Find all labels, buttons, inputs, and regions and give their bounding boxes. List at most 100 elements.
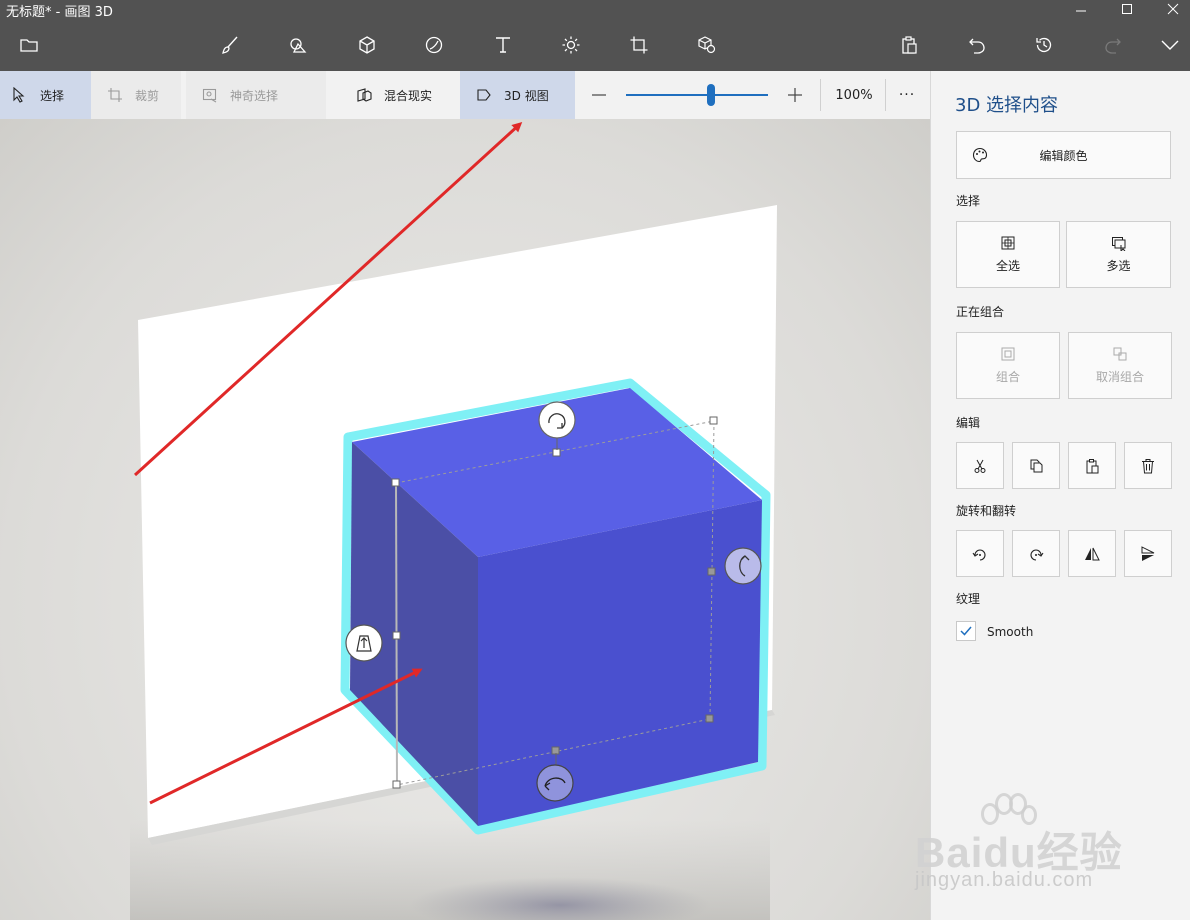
close-button[interactable] [1150, 0, 1190, 18]
crop-label: 裁剪 [135, 88, 160, 103]
zoom-slider-track [626, 84, 768, 106]
history-icon [1036, 37, 1052, 53]
select-section-label: 选择 [956, 194, 981, 208]
ungroup-icon [1113, 347, 1127, 361]
zoom-in-button[interactable] [780, 71, 810, 119]
magic-select-icon [202, 88, 217, 103]
menu-button[interactable] [12, 28, 46, 62]
3d-view-button[interactable]: 3D 视图 [460, 71, 575, 119]
stickers-button[interactable] [417, 28, 451, 62]
redo-button[interactable] [1096, 28, 1130, 62]
multi-select-icon [1111, 237, 1125, 251]
edit-color-button[interactable]: 编辑颜色 [956, 131, 1171, 179]
smooth-checkbox[interactable] [956, 621, 976, 641]
brushes-icon [222, 36, 238, 54]
watermark-url: jingyan.baidu.com [915, 869, 1094, 891]
brushes-button[interactable] [213, 28, 247, 62]
2d-shapes-icon [290, 38, 307, 53]
multi-select-button[interactable]: 多选 [1066, 221, 1171, 288]
handle-top-mid[interactable] [552, 448, 561, 457]
mixed-reality-button[interactable]: 混合现实 [340, 71, 460, 119]
paste-icon [1086, 458, 1099, 473]
multi-select-label: 多选 [1106, 259, 1131, 273]
close-icon [1167, 3, 1179, 15]
delete-button[interactable] [1124, 442, 1172, 489]
handle-bottom-left[interactable] [392, 780, 401, 789]
cut-button[interactable] [956, 442, 1004, 489]
select-all-button[interactable]: 全选 [956, 221, 1060, 288]
text-button[interactable] [486, 28, 520, 62]
plus-icon [788, 88, 802, 102]
zoom-slider-thumb[interactable] [707, 84, 716, 106]
paste-icon [902, 36, 917, 54]
selection-subbar: 选择 裁剪 神奇选择 混合现实 3D 视图 100% ··· [0, 71, 930, 119]
mixed-reality-label: 混合现实 [384, 88, 433, 103]
3d-library-icon [698, 36, 716, 54]
3d-library-button[interactable] [690, 28, 724, 62]
group-section-label: 正在组合 [956, 305, 1005, 319]
rotate-y-handle[interactable] [724, 547, 762, 585]
checkmark-icon [960, 626, 972, 636]
zoom-level[interactable]: 100% [828, 71, 880, 119]
ungroup-button[interactable]: 取消组合 [1068, 332, 1172, 399]
crop-icon [108, 88, 122, 102]
properties-panel: 3D 选择内容 编辑颜色 选择 全选 多选 正在组合 组合 取消组合 编辑 旋转… [915, 71, 1190, 920]
canvas-button[interactable] [622, 28, 656, 62]
rotate-right-button[interactable] [1012, 530, 1060, 577]
title-bar: 无标题* - 画图 3D [0, 0, 1190, 20]
handle-bottom-right[interactable] [705, 714, 714, 723]
subbar-divider-2 [885, 79, 886, 111]
zoom-out-button[interactable] [584, 71, 614, 119]
more-options-button[interactable]: ··· [890, 71, 924, 119]
group-button[interactable]: 组合 [956, 332, 1060, 399]
depth-handle[interactable] [345, 624, 383, 662]
maximize-button[interactable] [1104, 0, 1150, 18]
3d-shapes-button[interactable] [350, 28, 384, 62]
select-tool-button[interactable]: 选择 [0, 71, 91, 119]
zoom-slider[interactable] [626, 71, 768, 119]
flip-vertical-button[interactable] [1124, 530, 1172, 577]
undo-button[interactable] [960, 28, 994, 62]
select-all-label: 全选 [995, 259, 1020, 273]
handle-top-left[interactable] [391, 478, 400, 487]
trash-icon [1142, 458, 1154, 473]
panel-title: 3D 选择内容 [955, 95, 1059, 116]
paste-button[interactable] [892, 28, 926, 62]
handle-left-mid[interactable] [392, 631, 401, 640]
minimize-icon [1076, 10, 1086, 12]
mixed-reality-icon [357, 88, 372, 102]
canvas-area[interactable] [0, 119, 930, 920]
3d-view-label: 3D 视图 [504, 88, 549, 103]
smooth-label: Smooth [987, 625, 1034, 639]
history-button[interactable] [1027, 28, 1061, 62]
flip-vertical-icon [1141, 545, 1155, 561]
flip-horizontal-button[interactable] [1068, 530, 1116, 577]
copy-icon [1030, 459, 1043, 472]
undo-icon [969, 38, 985, 54]
rotate-z-icon [538, 401, 576, 439]
redo-icon [1105, 38, 1121, 54]
expand-toolbar-button[interactable] [1153, 28, 1187, 62]
texture-section-label: 纹理 [956, 592, 981, 606]
handle-right-mid[interactable] [707, 567, 716, 576]
2d-shapes-button[interactable] [281, 28, 315, 62]
rotate-flip-section-label: 旋转和翻转 [956, 504, 1017, 518]
minimize-button[interactable] [1058, 0, 1104, 18]
scene-svg [130, 121, 777, 920]
handle-top-right[interactable] [709, 416, 718, 425]
rotate-x-icon [536, 764, 574, 802]
effects-button[interactable] [554, 28, 588, 62]
rotate-y-icon [724, 547, 762, 585]
ungroup-label: 取消组合 [1095, 370, 1144, 384]
palette-icon [972, 147, 988, 163]
handle-bottom-mid[interactable] [551, 746, 560, 755]
paste-panel-button[interactable] [1068, 442, 1116, 489]
copy-button[interactable] [1012, 442, 1060, 489]
rotate-left-button[interactable] [956, 530, 1004, 577]
group-label: 组合 [995, 370, 1020, 384]
magic-select-label: 神奇选择 [230, 88, 279, 103]
rotate-left-icon [972, 548, 986, 561]
crop-button[interactable]: 裁剪 [91, 71, 181, 119]
magic-select-button[interactable]: 神奇选择 [186, 71, 326, 119]
canvas-icon [630, 36, 648, 54]
